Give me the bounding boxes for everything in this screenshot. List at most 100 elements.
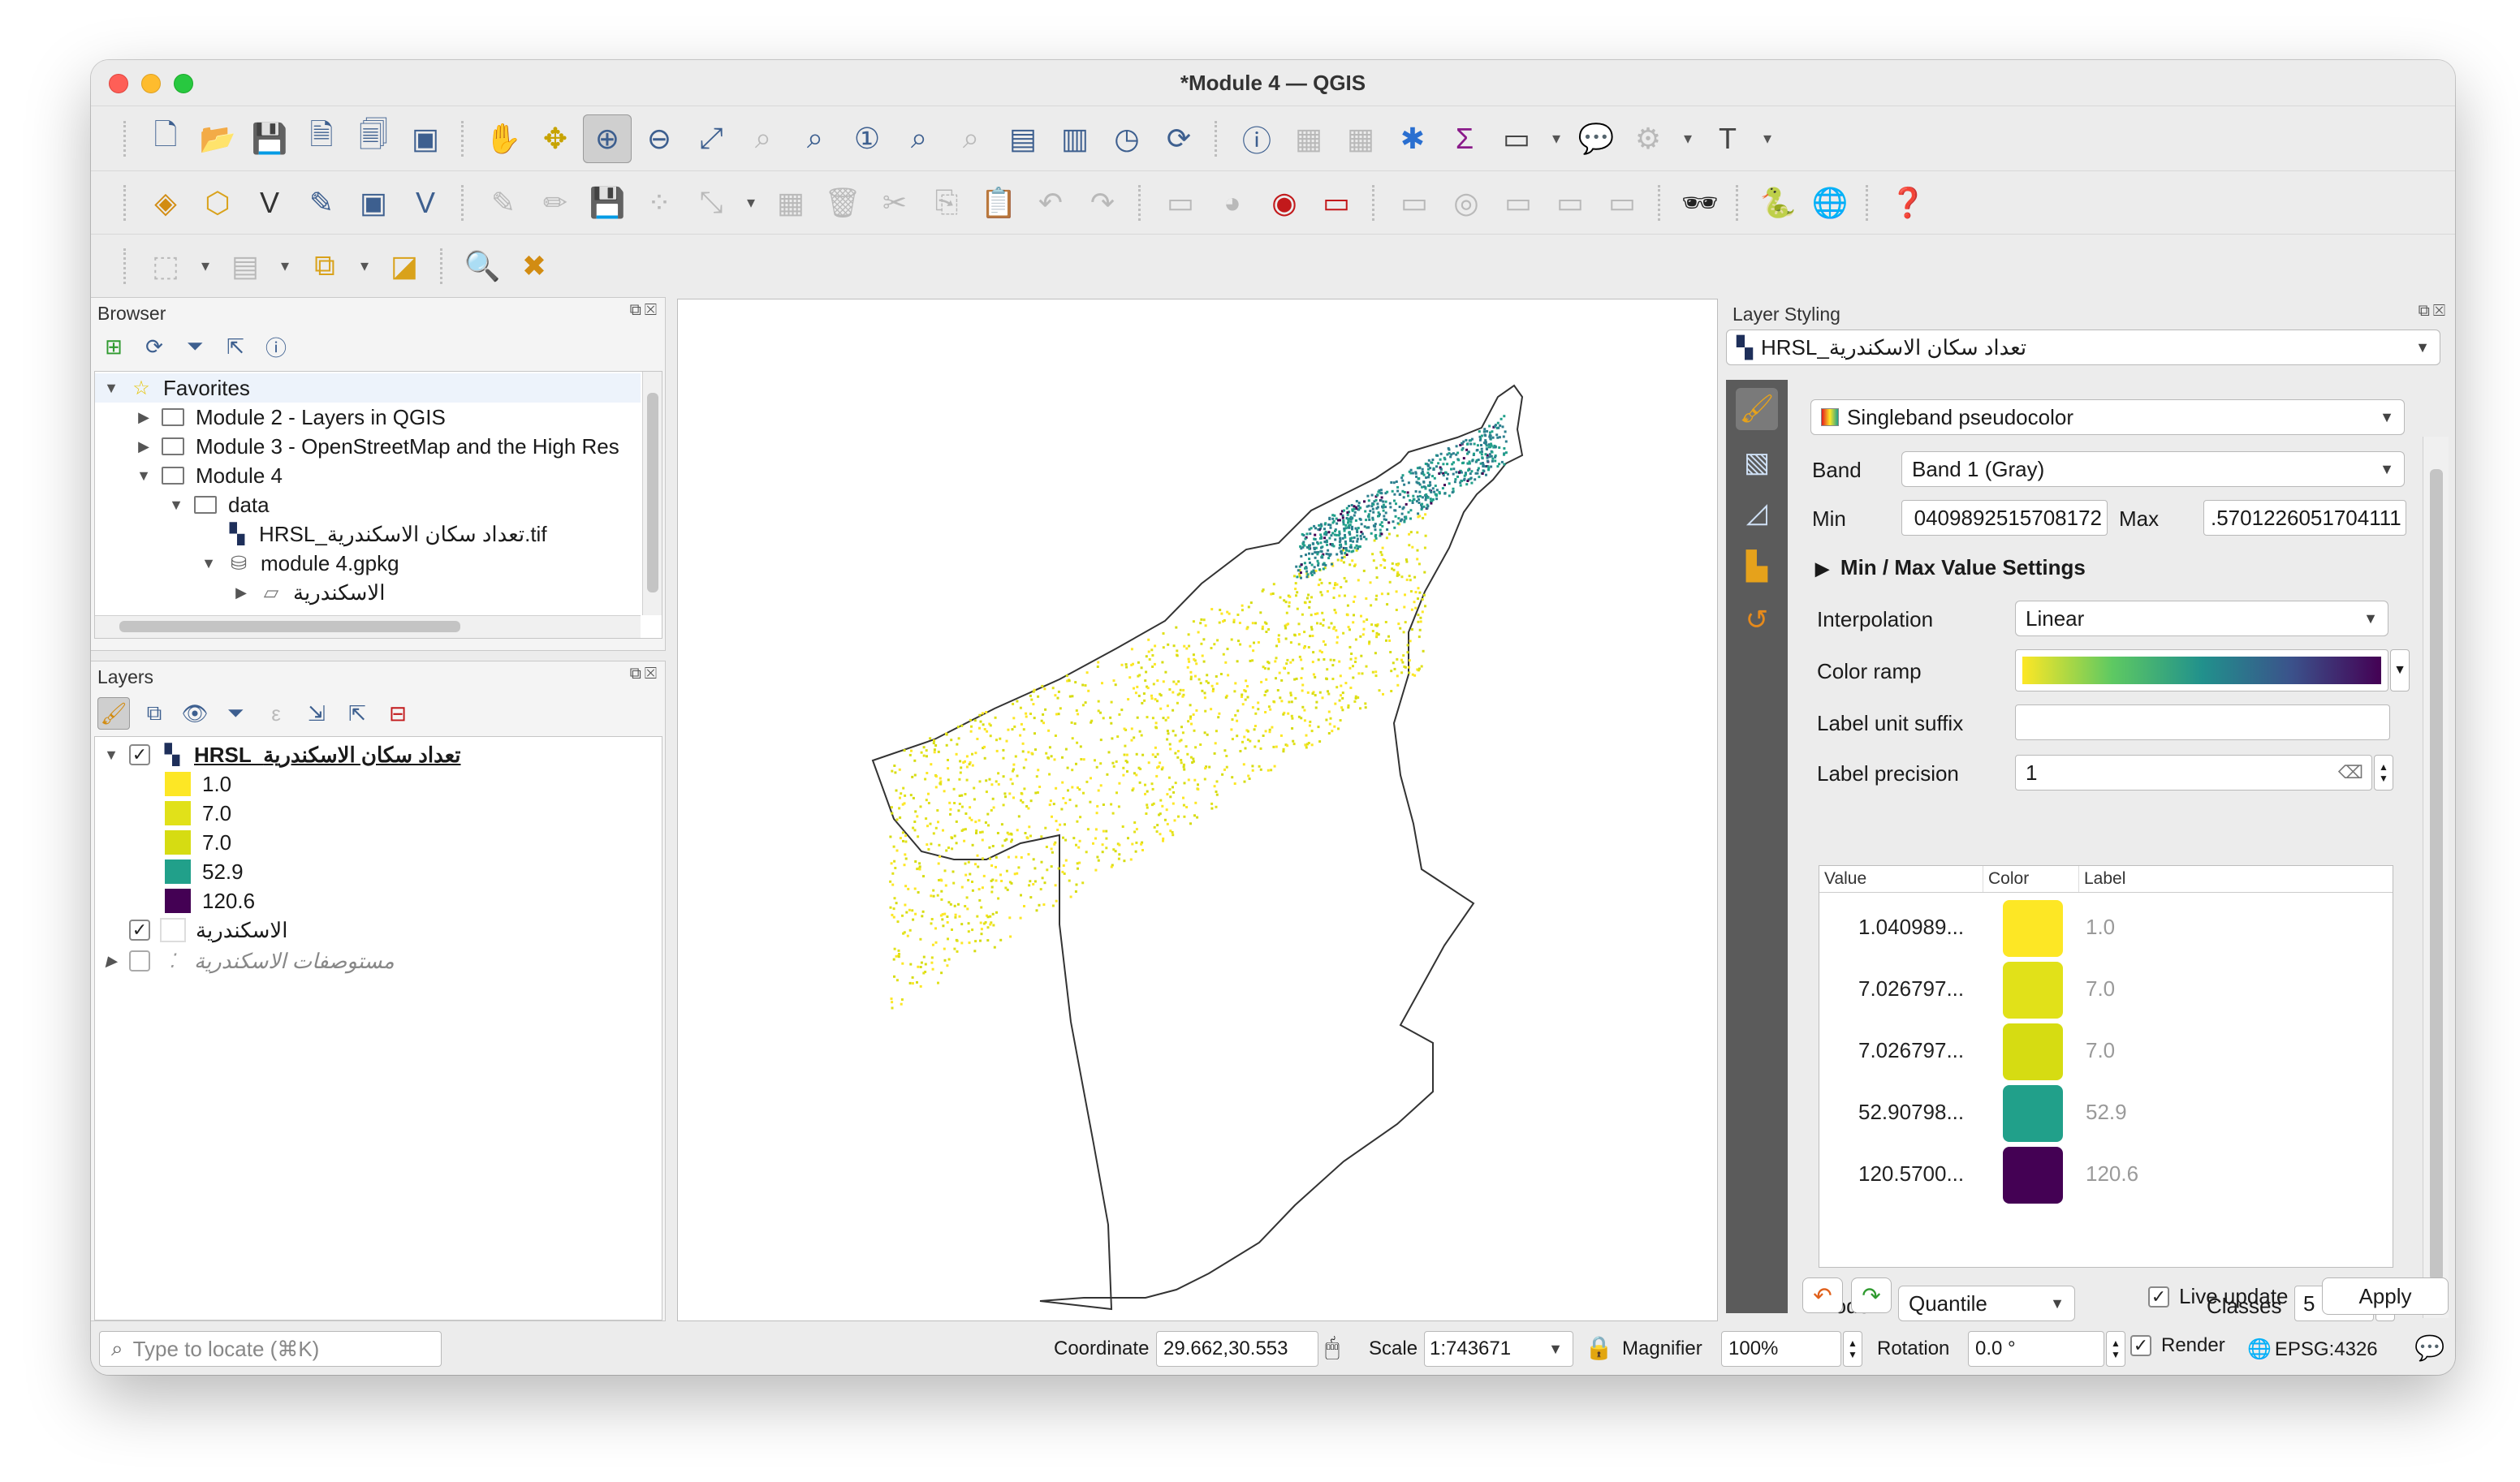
history-tab-icon[interactable]: ↺ bbox=[1736, 599, 1778, 641]
styling-scrollbar[interactable] bbox=[2423, 437, 2449, 1318]
move-label-icon[interactable]: ◎ bbox=[1442, 179, 1491, 227]
current-edits-icon[interactable]: ✎ bbox=[479, 179, 528, 227]
modify-attributes-icon[interactable]: ▦ bbox=[766, 179, 815, 227]
interpolation-combo[interactable]: Linear ▼ bbox=[2015, 601, 2388, 636]
style-manager-icon[interactable]: ▣ bbox=[401, 114, 450, 163]
toolbar-grip[interactable] bbox=[1138, 184, 1145, 221]
select-features-icon[interactable]: ⬚ bbox=[141, 242, 190, 291]
field-calculator-icon[interactable]: ▦ bbox=[1336, 114, 1385, 163]
expand-arrow-icon[interactable]: ▶ bbox=[136, 438, 152, 455]
vertex-tool-icon[interactable]: ⤡ bbox=[687, 179, 736, 227]
rotation-field[interactable]: 0.0 ° bbox=[1968, 1331, 2104, 1367]
save-edits-icon[interactable]: 💾 bbox=[583, 179, 632, 227]
refresh-icon[interactable]: ⟳ bbox=[1154, 114, 1203, 163]
select-dropdown-icon[interactable]: ▾ bbox=[193, 242, 218, 291]
class-row[interactable]: 120.5700... 120.6 bbox=[1819, 1144, 2393, 1205]
virtual-layer-icon[interactable]: ▣ bbox=[349, 179, 398, 227]
transparency-tab-icon[interactable]: ▧ bbox=[1736, 442, 1778, 484]
remove-layer-icon[interactable]: ⊟ bbox=[382, 697, 414, 730]
precision-spinner[interactable]: ▲ ▼ bbox=[2374, 755, 2393, 791]
class-row[interactable]: 7.026797... 7.0 bbox=[1819, 1020, 2393, 1082]
expand-arrow-icon[interactable]: ▶ bbox=[233, 584, 249, 601]
panel-float-close-icon[interactable]: ⧉☒ bbox=[630, 301, 660, 320]
layout-manager-icon[interactable]: 🗐 bbox=[349, 114, 398, 163]
locator-search-icon[interactable]: 🔍 bbox=[458, 242, 507, 291]
label-column-header[interactable]: Label bbox=[2079, 866, 2393, 892]
class-row[interactable]: 1.040989... 1.0 bbox=[1819, 897, 2393, 959]
processing-toolbox-icon[interactable]: ✱ bbox=[1388, 114, 1437, 163]
class-color-swatch[interactable] bbox=[2003, 1147, 2063, 1204]
toolbar-grip[interactable] bbox=[1736, 184, 1742, 221]
collapse-all-icon[interactable]: ⇱ bbox=[219, 330, 252, 363]
measure-line-icon[interactable]: ▭ bbox=[1492, 114, 1541, 163]
class-color-swatch[interactable] bbox=[2003, 962, 2063, 1019]
live-update-check[interactable]: ✓ bbox=[2148, 1286, 2169, 1308]
filter-browser-icon[interactable]: ⏷ bbox=[179, 330, 211, 363]
new-project-icon[interactable]: 🗋 bbox=[141, 114, 190, 163]
label-suffix-field[interactable] bbox=[2015, 704, 2390, 740]
digitize-icon[interactable]: ✎ bbox=[297, 179, 346, 227]
toggle-extents-icon[interactable]: 🖱 bbox=[1325, 1334, 1340, 1362]
toolbar-grip[interactable] bbox=[1866, 184, 1872, 221]
toggle-editing-icon[interactable]: ✏ bbox=[531, 179, 580, 227]
expand-all-icon[interactable]: ⇲ bbox=[300, 697, 333, 730]
clear-field-icon[interactable]: ⌫ bbox=[2338, 762, 2363, 783]
pan-map-icon[interactable]: ✋ bbox=[479, 114, 528, 163]
locator-input[interactable]: ⌕ Type to locate (⌘K) bbox=[99, 1331, 442, 1367]
scale-combo[interactable]: 1:743671 ▼ bbox=[1424, 1331, 1573, 1367]
settings-dropdown-icon[interactable]: ▾ bbox=[1676, 114, 1700, 163]
browser-item-geopackage[interactable]: ▼ ⛁ module 4.gpkg bbox=[95, 549, 399, 578]
georeferencer-icon[interactable]: ✖ bbox=[510, 242, 559, 291]
add-group-icon[interactable]: ⧉ bbox=[138, 697, 170, 730]
show-bookmarks-icon[interactable]: ▥ bbox=[1051, 114, 1099, 163]
minmax-settings-toggle[interactable]: ▶ Min / Max Value Settings bbox=[1815, 555, 2086, 580]
select-value-dropdown-icon[interactable]: ▾ bbox=[273, 242, 297, 291]
add-feature-icon[interactable]: ⁘ bbox=[635, 179, 684, 227]
zoom-next-icon[interactable]: ⌕ bbox=[947, 114, 995, 163]
class-color-swatch[interactable] bbox=[2003, 900, 2063, 957]
toolbar-grip[interactable] bbox=[461, 184, 468, 221]
toolbar-grip[interactable] bbox=[123, 184, 130, 221]
collapse-arrow-icon[interactable]: ▼ bbox=[201, 555, 217, 572]
color-ramp-dropdown-icon[interactable]: ▼ bbox=[2390, 649, 2410, 691]
toolbar-grip[interactable] bbox=[440, 248, 447, 284]
undo-style-icon[interactable]: ↶ bbox=[1802, 1277, 1843, 1313]
help-icon[interactable]: ❓ bbox=[1884, 179, 1932, 227]
manage-map-themes-icon[interactable]: 👁 bbox=[179, 697, 211, 730]
expand-arrow-icon[interactable]: ▶ bbox=[136, 409, 152, 426]
new-geopackage-layer-icon[interactable]: ⬡ bbox=[193, 179, 242, 227]
new-print-layout-icon[interactable]: 🗎 bbox=[297, 114, 346, 163]
zoom-native-icon[interactable]: ① bbox=[843, 114, 891, 163]
deselect-features-icon[interactable]: ⧉ bbox=[300, 242, 349, 291]
color-ramp-button[interactable] bbox=[2015, 649, 2388, 691]
expand-arrow-icon[interactable]: ▶ bbox=[103, 953, 119, 970]
filter-expression-icon[interactable]: ε bbox=[260, 697, 292, 730]
zoom-out-icon[interactable]: ⊖ bbox=[635, 114, 684, 163]
collapse-arrow-icon[interactable]: ▼ bbox=[103, 380, 119, 397]
browser-item-data[interactable]: ▼ data bbox=[95, 490, 270, 519]
styling-layer-combo[interactable]: ▚ HRSL_تعداد سكان الاسكندرية ▼ bbox=[1726, 330, 2440, 365]
histogram-tab-icon[interactable]: ◿ bbox=[1736, 492, 1778, 534]
styling-scroll-thumb[interactable] bbox=[2430, 469, 2443, 1281]
deselect-dropdown-icon[interactable]: ▾ bbox=[352, 242, 377, 291]
apply-button[interactable]: Apply bbox=[2322, 1277, 2449, 1315]
plugin-globe-icon[interactable]: 🌐 bbox=[1806, 179, 1854, 227]
highlight-labels-icon[interactable]: ◉ bbox=[1260, 179, 1309, 227]
crs-button[interactable]: 🌐 EPSG:4326 bbox=[2247, 1338, 2378, 1361]
close-window-button[interactable] bbox=[109, 74, 128, 93]
temporal-controller-icon[interactable]: ◷ bbox=[1102, 114, 1151, 163]
statistical-summary-icon[interactable]: Σ bbox=[1440, 114, 1489, 163]
browser-item-alexandria[interactable]: ▶ ▱ الاسكندرية bbox=[95, 578, 385, 607]
mode-combo[interactable]: Quantile ▼ bbox=[1898, 1286, 2075, 1321]
zoom-window-button[interactable] bbox=[174, 74, 193, 93]
copy-features-icon[interactable]: ⎘ bbox=[922, 179, 971, 227]
min-value-field[interactable]: 040989251570817​2 bbox=[1901, 500, 2108, 536]
max-value-field[interactable]: .5701226051704111 bbox=[2203, 500, 2406, 536]
class-color-swatch[interactable] bbox=[2003, 1085, 2063, 1142]
delete-selected-icon[interactable]: 🗑 bbox=[818, 179, 867, 227]
live-update-checkbox[interactable]: ✓ Live update bbox=[2148, 1284, 2288, 1309]
map-canvas[interactable] bbox=[677, 299, 1718, 1321]
browser-scroll-thumb[interactable] bbox=[647, 393, 658, 592]
minimize-window-button[interactable] bbox=[141, 74, 161, 93]
symbology-tab-icon[interactable]: 🖌 bbox=[1736, 388, 1778, 430]
